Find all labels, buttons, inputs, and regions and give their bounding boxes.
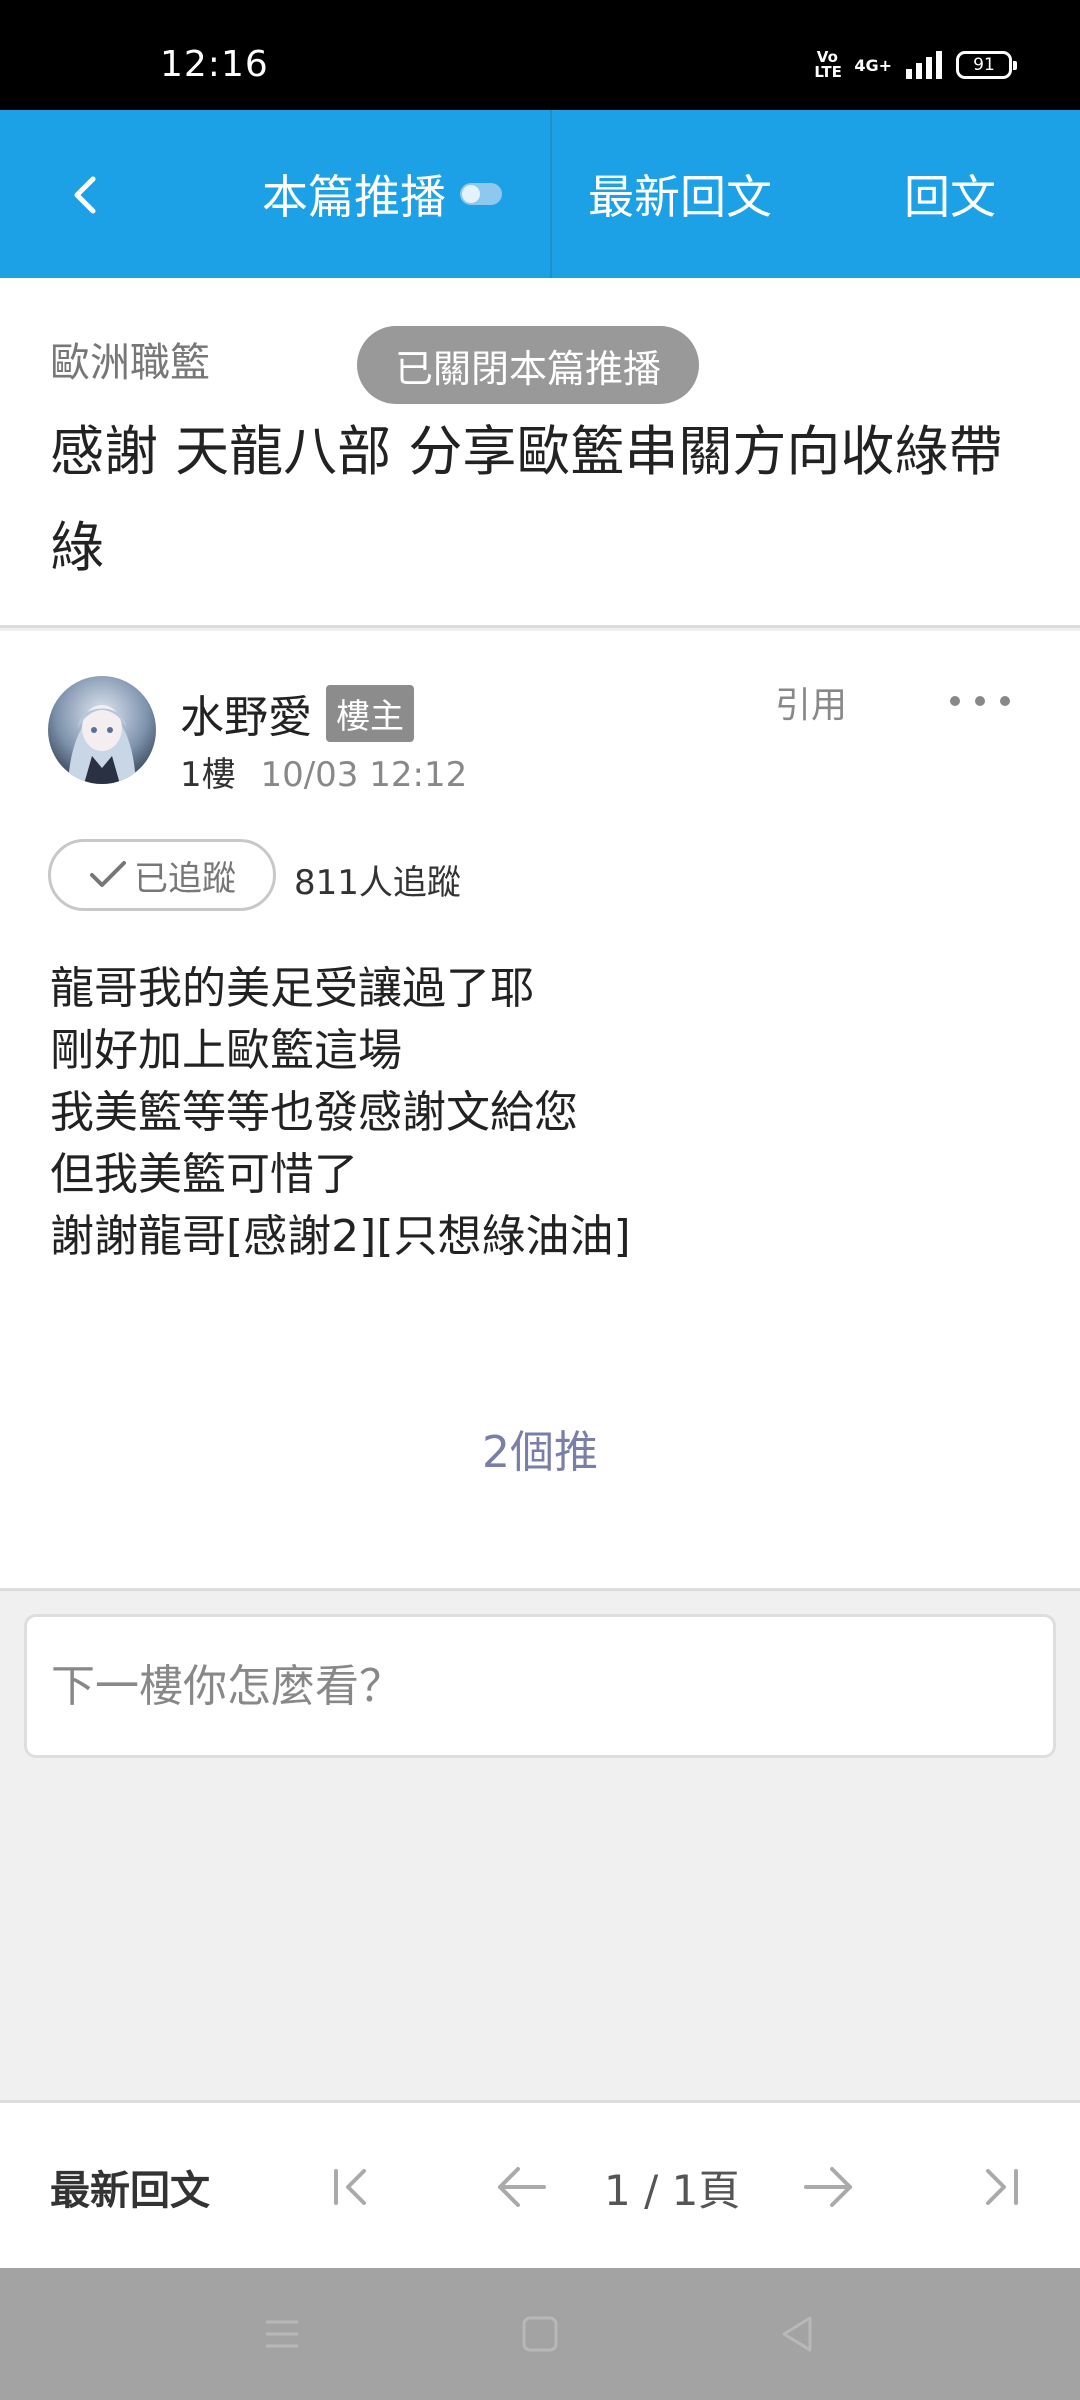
tab-push-label: 本篇推播	[262, 170, 446, 224]
battery-level: 91	[973, 55, 995, 75]
author-line: 水野愛 樓主	[180, 681, 414, 745]
next-page-icon[interactable]	[800, 2159, 856, 2215]
last-page-icon[interactable]	[970, 2159, 1026, 2215]
follow-count: 811人追蹤	[294, 863, 461, 903]
header-divider	[550, 110, 552, 278]
status-bar: 12:16 Vo LTE 4G+ 91	[0, 0, 1080, 110]
more-dots-icon[interactable]	[950, 681, 1010, 721]
chevron-left-icon	[74, 176, 96, 214]
menu-icon[interactable]	[256, 2308, 308, 2360]
board-name[interactable]: 歐洲職籃	[50, 330, 210, 388]
battery-icon: 91	[956, 51, 1017, 79]
push-toggle-icon[interactable]	[460, 183, 502, 205]
signal-icon	[906, 51, 942, 79]
post-line: 謝謝龍哥[感謝2][只想綠油油]	[50, 1211, 631, 1262]
post-line: 龍哥我的美足受讓過了耶	[50, 963, 534, 1014]
post-datetime: 10/03 12:12	[260, 755, 468, 795]
pager-bar: 最新回文 1 / 1頁	[0, 2100, 1080, 2268]
topic-title: 感謝 天龍八部 分享歐籃串關方向收綠帶綠	[50, 420, 1003, 579]
post-line: 剛好加上歐籃這場	[50, 1025, 402, 1076]
network-type: 4G+	[854, 55, 892, 75]
back-button[interactable]	[50, 160, 120, 230]
reply-input[interactable]	[51, 1660, 1053, 1712]
topic-header: 歐洲職籃 感謝 天龍八部 分享歐籃串關方向收綠帶綠 已關閉本篇推播	[0, 278, 1080, 628]
post-line: 但我美籃可惜了	[50, 1149, 358, 1200]
post-body: 龍哥我的美足受讓過了耶 剛好加上歐籃這場 我美籃等等也發感謝文給您 但我美籃可惜…	[50, 958, 1030, 1268]
author-name[interactable]: 水野愛	[180, 681, 312, 745]
status-icons: Vo LTE 4G+ 91	[814, 48, 1017, 81]
tab-reply[interactable]: 回文	[904, 110, 996, 278]
back-triangle-icon[interactable]	[772, 2308, 824, 2360]
volte-icon: Vo LTE	[814, 48, 842, 81]
reply-input-box[interactable]	[24, 1614, 1056, 1758]
page-indicator: 1 / 1頁	[604, 2165, 741, 2215]
check-icon	[90, 861, 126, 887]
status-time: 12:16	[160, 44, 269, 85]
floor-number: 1樓	[180, 755, 236, 795]
op-badge: 樓主	[326, 684, 414, 742]
system-nav-bar	[0, 2268, 1080, 2400]
follow-button[interactable]: 已追蹤	[48, 839, 276, 911]
toast-message: 已關閉本篇推播	[357, 326, 700, 404]
post-line: 我美籃等等也發感謝文給您	[50, 1087, 578, 1138]
app-header: 本篇推播 最新回文 回文	[0, 110, 1080, 278]
quote-button[interactable]: 引用	[775, 676, 847, 728]
home-icon[interactable]	[514, 2308, 566, 2360]
tab-push-notify[interactable]: 本篇推播	[262, 110, 502, 278]
first-page-icon[interactable]	[328, 2159, 384, 2215]
pager-latest-button[interactable]: 最新回文	[50, 2103, 210, 2271]
tab-latest-replies[interactable]: 最新回文	[588, 110, 772, 278]
post-meta: 1樓 10/03 12:12	[180, 747, 467, 796]
prev-page-icon[interactable]	[494, 2159, 550, 2215]
push-count[interactable]: 2個推	[0, 1416, 1080, 1480]
follow-label: 已追蹤	[134, 858, 236, 899]
avatar[interactable]	[48, 676, 156, 784]
post-card: 水野愛 樓主 1樓 10/03 12:12 引用 已追蹤 811人追蹤 龍哥我的…	[0, 631, 1080, 1591]
